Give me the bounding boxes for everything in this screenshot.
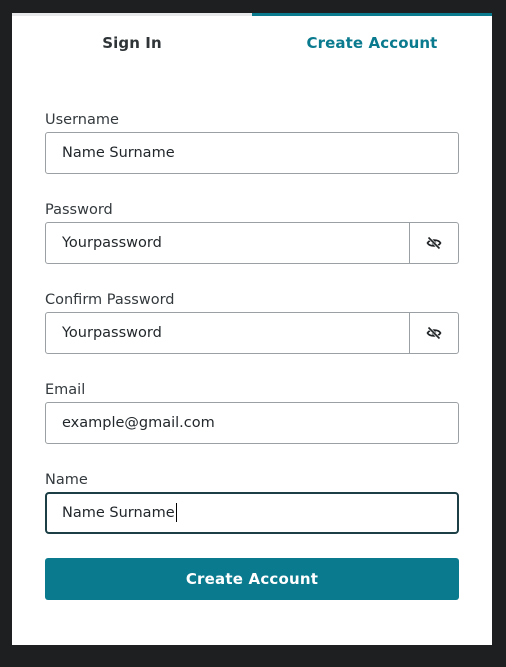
- create-account-button[interactable]: Create Account: [45, 558, 459, 600]
- username-input[interactable]: Name Surname: [45, 132, 459, 174]
- username-field-group: Username Name Surname: [45, 110, 459, 174]
- auth-tabs: Sign In Create Account: [12, 13, 492, 69]
- confirm-password-field-group: Confirm Password Yourpassword: [45, 290, 459, 354]
- confirm-password-input[interactable]: Yourpassword: [45, 312, 410, 354]
- name-input-value: Name Surname: [62, 505, 175, 521]
- eye-off-icon: [426, 326, 442, 340]
- password-label: Password: [45, 202, 113, 218]
- email-label: Email: [45, 382, 86, 398]
- username-label: Username: [45, 112, 119, 128]
- name-field-group: Name Name Surname: [45, 470, 459, 534]
- email-input[interactable]: example@gmail.com: [45, 402, 459, 444]
- confirm-password-visibility-toggle[interactable]: [409, 312, 459, 354]
- eye-off-icon: [426, 236, 442, 250]
- auth-card: Sign In Create Account Username Name Sur…: [12, 13, 492, 645]
- password-visibility-toggle[interactable]: [409, 222, 459, 264]
- email-field-group: Email example@gmail.com: [45, 380, 459, 444]
- name-label: Name: [45, 472, 88, 488]
- name-input[interactable]: Name Surname: [45, 492, 459, 534]
- tab-create-account[interactable]: Create Account: [252, 13, 492, 69]
- password-field-group: Password Yourpassword: [45, 200, 459, 264]
- tab-sign-in[interactable]: Sign In: [12, 13, 252, 69]
- password-input[interactable]: Yourpassword: [45, 222, 410, 264]
- text-caret: [175, 502, 177, 522]
- confirm-password-label: Confirm Password: [45, 292, 175, 308]
